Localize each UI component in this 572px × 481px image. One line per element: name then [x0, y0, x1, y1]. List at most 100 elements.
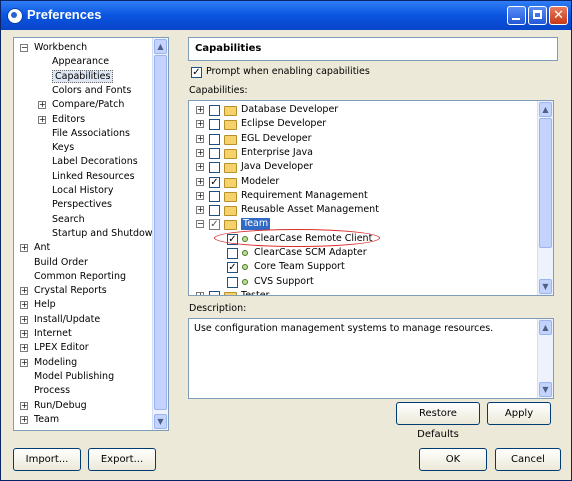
capability-checkbox[interactable] — [209, 162, 220, 174]
capability-expander-icon[interactable]: + — [196, 106, 204, 114]
description-scrollbar[interactable]: ▲ ▼ — [537, 319, 553, 398]
tree-item[interactable]: Colors and Fonts — [52, 84, 131, 98]
capability-label[interactable]: CVS Support — [254, 276, 314, 288]
capability-checkbox[interactable] — [209, 190, 220, 202]
tree-item[interactable]: Startup and Shutdown — [52, 227, 159, 241]
tree-item[interactable]: Label Decorations — [52, 155, 138, 169]
capability-label[interactable]: Modeler — [241, 176, 279, 188]
tree-item[interactable]: Process — [34, 384, 70, 398]
tree-expander-icon[interactable]: + — [20, 287, 28, 296]
tree-item[interactable]: Common Reporting — [34, 270, 126, 284]
tree-item[interactable]: File Associations — [52, 127, 130, 141]
tree-expander-icon[interactable]: + — [20, 344, 28, 353]
tree-item[interactable]: Modeling — [34, 356, 77, 370]
capability-checkbox[interactable] — [227, 276, 238, 288]
capability-expander-icon[interactable]: + — [196, 134, 204, 143]
ok-button[interactable]: OK — [419, 448, 487, 471]
scroll-thumb[interactable] — [539, 118, 552, 248]
preferences-tree[interactable]: − Workbench Appearance Capabilities Colors a… — [13, 37, 169, 431]
capability-label[interactable]: Team — [241, 218, 271, 231]
cancel-button[interactable]: Cancel — [495, 448, 561, 471]
restore-defaults-button[interactable]: Restore Defaults — [396, 402, 480, 440]
description-box[interactable]: Use configuration management systems to … — [188, 318, 554, 399]
scroll-up-icon[interactable]: ▲ — [539, 102, 552, 117]
capability-label[interactable]: Enterprise Java — [241, 147, 313, 159]
capability-checkbox[interactable] — [209, 119, 220, 131]
tree-expander-icon[interactable]: − — [20, 44, 28, 52]
tree-item[interactable]: Keys — [52, 141, 74, 155]
capability-checkbox[interactable] — [209, 290, 220, 295]
scroll-up-icon[interactable]: ▲ — [539, 320, 552, 335]
tree-item[interactable]: Search — [52, 213, 85, 227]
capability-expander-icon[interactable]: − — [196, 220, 204, 229]
scroll-down-icon[interactable]: ▼ — [539, 279, 552, 294]
tree-item[interactable]: Capabilities — [52, 69, 114, 84]
tree-item[interactable]: Appearance — [52, 55, 109, 69]
tree-item[interactable]: Linked Resources — [52, 170, 135, 184]
capability-label[interactable]: Tester — [241, 290, 269, 295]
scroll-down-icon[interactable]: ▼ — [539, 382, 552, 397]
capability-checkbox[interactable] — [209, 105, 220, 116]
tree-expander-icon[interactable]: + — [20, 330, 28, 338]
tree-expander-icon[interactable]: + — [20, 358, 28, 367]
capability-checkbox[interactable] — [227, 248, 238, 259]
apply-button[interactable]: Apply — [487, 402, 551, 425]
scroll-down-icon[interactable]: ▼ — [154, 414, 167, 429]
tree-item[interactable]: Editors — [52, 113, 85, 127]
tree-item[interactable]: Perspectives — [52, 198, 112, 212]
capability-label[interactable]: Reusable Asset Management — [241, 204, 379, 216]
tree-expander-icon[interactable]: + — [20, 301, 28, 310]
capability-expander-icon[interactable]: + — [196, 291, 204, 295]
tree-item[interactable]: Local History — [52, 184, 113, 198]
export-button[interactable]: Export... — [88, 448, 156, 471]
capability-expander-icon[interactable]: + — [196, 163, 204, 172]
capability-expander-icon[interactable]: + — [196, 177, 204, 186]
tree-item[interactable]: Run/Debug — [34, 399, 87, 413]
capability-checkbox[interactable]: ✓ — [209, 176, 220, 188]
tree-scrollbar[interactable]: ▲ ▼ — [152, 38, 168, 430]
tree-item[interactable]: Model Publishing — [34, 370, 114, 384]
capability-expander-icon[interactable]: + — [196, 206, 204, 215]
capability-label[interactable]: Java Developer — [241, 161, 313, 173]
tree-expander-icon[interactable]: + — [20, 315, 28, 324]
capability-label[interactable]: Requirement Management — [241, 190, 368, 202]
scroll-thumb[interactable] — [154, 55, 167, 410]
tree-item[interactable]: Install/Update — [34, 313, 100, 327]
capabilities-scrollbar[interactable]: ▲ ▼ — [537, 101, 553, 295]
capability-checkbox[interactable] — [209, 147, 220, 159]
close-button[interactable]: ✕ — [549, 6, 568, 25]
tree-item[interactable]: Team — [34, 413, 59, 427]
tree-item[interactable]: Internet — [34, 327, 72, 341]
capability-expander-icon[interactable]: + — [196, 120, 204, 129]
tree-expander-icon[interactable]: + — [20, 415, 28, 424]
maximize-button[interactable] — [528, 6, 547, 25]
tree-item[interactable]: Compare/Patch — [52, 98, 124, 112]
tree-item[interactable]: Ant — [34, 241, 50, 255]
scroll-up-icon[interactable]: ▲ — [154, 39, 167, 54]
tree-item[interactable]: Workbench — [34, 41, 87, 55]
tree-expander-icon[interactable]: + — [20, 401, 28, 410]
tree-item[interactable]: Crystal Reports — [34, 284, 107, 298]
capability-label[interactable]: ClearCase SCM Adapter — [254, 247, 367, 259]
tree-expander-icon[interactable]: + — [20, 244, 28, 253]
capability-checkbox[interactable]: ✓ — [209, 219, 220, 231]
capability-label[interactable]: Eclipse Developer — [241, 118, 326, 130]
tree-expander-icon[interactable]: + — [38, 115, 46, 124]
capability-label[interactable]: EGL Developer — [241, 133, 312, 145]
import-button[interactable]: Import... — [13, 448, 81, 471]
capability-checkbox[interactable]: ✓ — [227, 262, 238, 274]
capability-label[interactable]: Core Team Support — [254, 261, 345, 273]
tree-expander-icon[interactable]: + — [38, 101, 46, 110]
capability-checkbox[interactable] — [209, 133, 220, 145]
capability-expander-icon[interactable]: + — [196, 191, 204, 200]
title-bar[interactable]: Preferences ✕ — [1, 1, 571, 30]
minimize-button[interactable] — [507, 6, 526, 25]
capability-expander-icon[interactable]: + — [196, 148, 204, 157]
tree-item[interactable]: Build Order — [34, 256, 88, 270]
capability-label[interactable]: Database Developer — [241, 104, 338, 116]
tree-item[interactable]: Help — [34, 298, 56, 312]
prompt-checkbox[interactable]: ✓ — [191, 67, 202, 78]
capabilities-tree[interactable]: + Database Developer + Eclipse Developer + EG… — [188, 100, 554, 296]
capability-checkbox[interactable] — [209, 205, 220, 217]
tree-item[interactable]: LPEX Editor — [34, 341, 89, 355]
